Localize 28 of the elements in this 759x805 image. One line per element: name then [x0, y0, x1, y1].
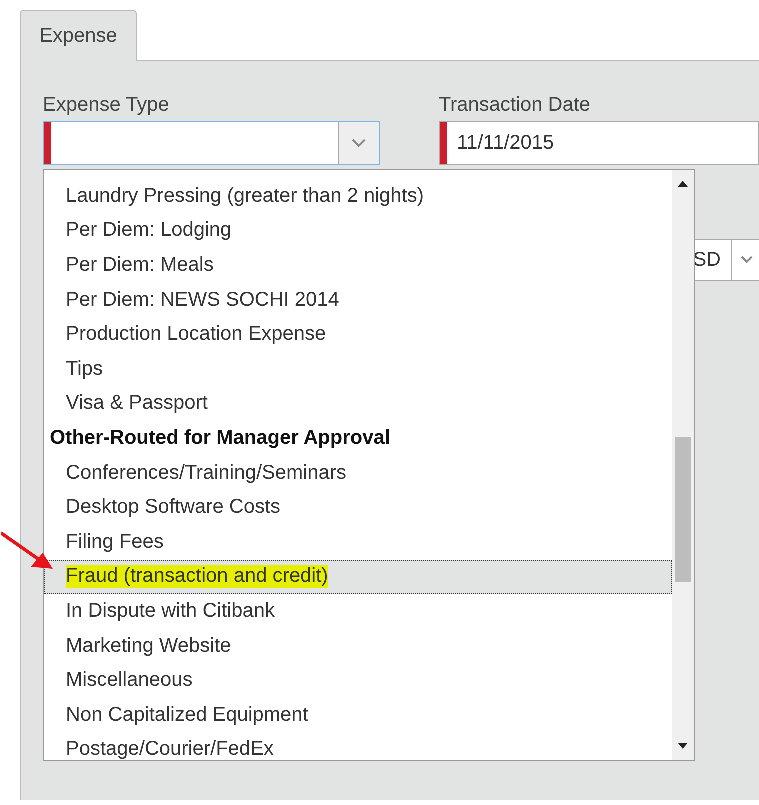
dropdown-option[interactable]: Marketing Website [44, 628, 672, 664]
date-field[interactable]: 11/11/2015 [439, 121, 759, 165]
dropdown-option[interactable]: Tips [44, 352, 672, 387]
field-label: Expense Type [43, 94, 170, 117]
dropdown-option[interactable]: Per Diem: Lodging [44, 214, 672, 248]
dropdown-option[interactable]: Desktop Software Costs [44, 490, 672, 525]
expense-tab[interactable]: Expense [20, 10, 137, 61]
dropdown-option[interactable]: Filing Fees [44, 524, 672, 560]
chevron-down-icon [351, 138, 367, 148]
field-label: Transaction Date [439, 94, 592, 117]
dropdown-option[interactable]: Visa & Passport [44, 386, 672, 422]
scrollbar[interactable] [672, 170, 694, 760]
expense-type-select[interactable] [43, 121, 380, 165]
dropdown-option[interactable]: Non Capitalized Equipment [44, 698, 672, 732]
group-header: Other-Routed for Manager Approval [49, 426, 392, 451]
dropdown-option[interactable]: Per Diem: Meals [44, 248, 672, 283]
dropdown-option[interactable]: Conferences/Training/Seminars [44, 456, 672, 490]
dropdown-option[interactable]: Miscellaneous [44, 663, 672, 698]
scroll-up-icon[interactable] [677, 180, 689, 188]
scrollbar-thumb[interactable] [675, 437, 691, 582]
dropdown-option[interactable]: Production Location Expense [44, 317, 672, 352]
dropdown-option[interactable]: Per Diem: NEWS SOCHI 2014 [44, 282, 672, 318]
dropdown-option[interactable]: In Dispute with Citibank [44, 594, 672, 629]
chevron-down-icon [741, 256, 753, 264]
dropdown-option[interactable]: Postage/Courier/FedEx [44, 732, 672, 760]
dropdown-option[interactable]: Fraud (transaction and credit) [44, 560, 672, 594]
dropdown-option[interactable]: Laundry Pressing (greater than 2 nights) [44, 179, 672, 214]
scroll-down-icon[interactable] [677, 742, 689, 750]
